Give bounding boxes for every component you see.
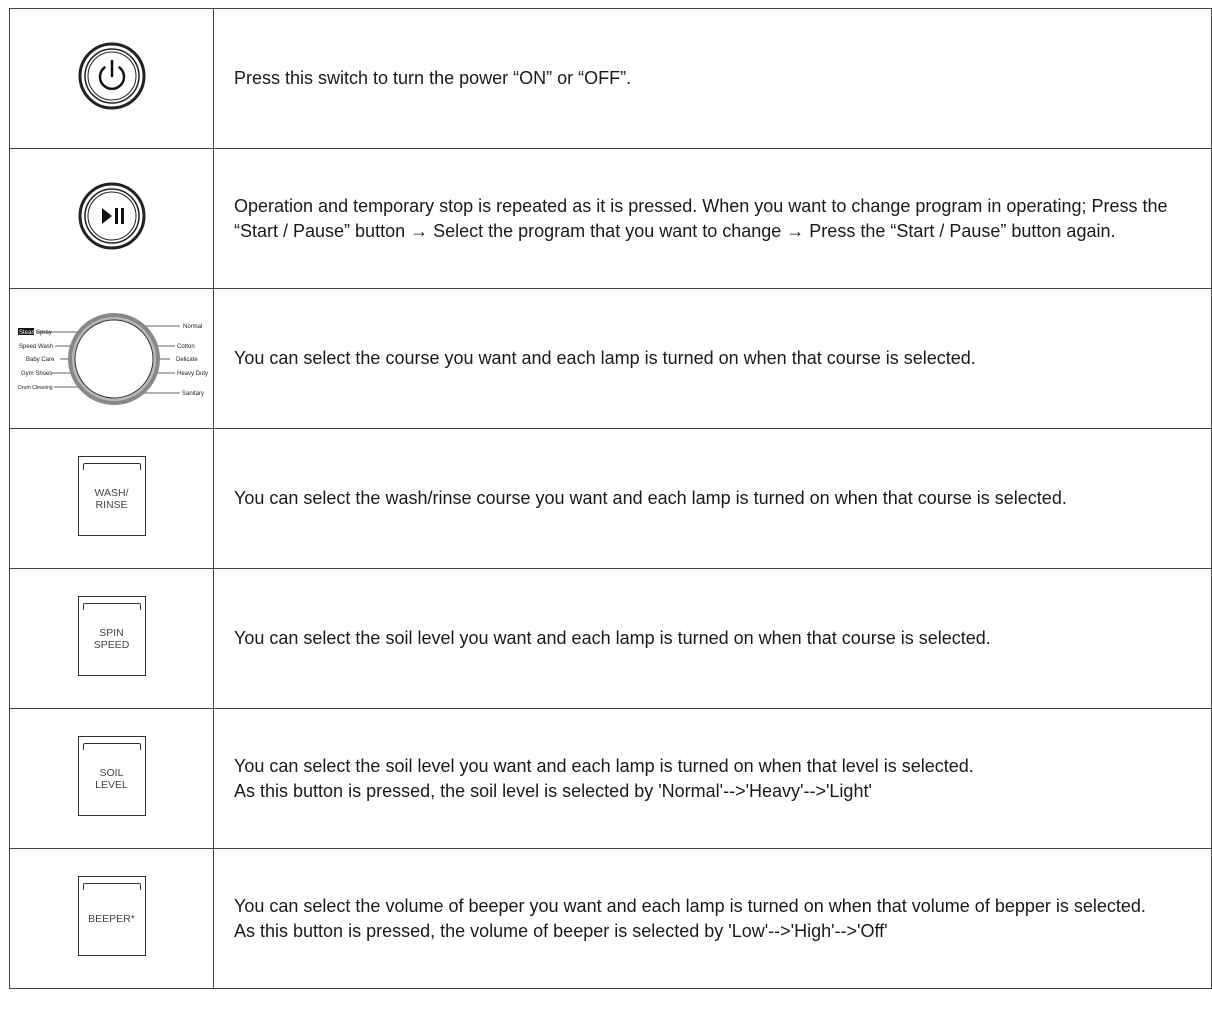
icon-cell: WASH/ RINSE bbox=[9, 428, 214, 569]
soil-level-button-icon: SOIL LEVEL bbox=[77, 736, 146, 816]
icon-cell: SPIN SPEED bbox=[9, 568, 214, 709]
table-row: SPIN SPEED You can select the soil level… bbox=[9, 568, 1212, 709]
description-cell: Press this switch to turn the power “ON”… bbox=[213, 8, 1212, 149]
dial-label-sanitary: Sanitary bbox=[182, 391, 204, 397]
dial-label-cotton: Cotton bbox=[177, 344, 195, 350]
table-row: Operation and temporary stop is repeated… bbox=[9, 148, 1212, 289]
start-pause-button-icon bbox=[78, 182, 145, 250]
wash-rinse-button-icon: WASH/ RINSE bbox=[77, 456, 146, 536]
row-description: You can select the soil level you want a… bbox=[234, 628, 991, 648]
icon-cell: SOIL LEVEL bbox=[9, 708, 214, 849]
course-dial-icon: Steam Spray Speed Wash Baby Care Gym Sho… bbox=[18, 313, 208, 405]
description-cell: You can select the soil level you want a… bbox=[213, 568, 1212, 709]
description-cell: Operation and temporary stop is repeated… bbox=[213, 148, 1212, 289]
row-description: You can select the course you want and e… bbox=[234, 348, 976, 368]
control-panel-table: Press this switch to turn the power “ON”… bbox=[9, 8, 1212, 989]
dial-label-normal: Normal bbox=[183, 324, 202, 330]
dial-label-delicate: Delicate bbox=[176, 357, 198, 363]
table-row: BEEPER* You can select the volume of bee… bbox=[9, 848, 1212, 989]
beeper-button-icon: BEEPER* bbox=[77, 876, 146, 956]
row-description: Press this switch to turn the power “ON”… bbox=[234, 68, 632, 88]
dial-label-baby-care: Baby Care bbox=[26, 357, 55, 363]
row-description: You can select the wash/rinse course you… bbox=[234, 488, 1067, 508]
description-cell: You can select the wash/rinse course you… bbox=[213, 428, 1212, 569]
description-cell: You can select the course you want and e… bbox=[213, 288, 1212, 429]
row-description: You can select the soil level you want a… bbox=[234, 755, 974, 801]
dial-label-drum-cleaning: Drum Cleaning bbox=[18, 385, 53, 391]
keypad-label: BEEPER* bbox=[88, 913, 135, 925]
dial-label-speed-wash: Speed Wash bbox=[19, 344, 53, 350]
table-row: WASH/ RINSE You can select the wash/rins… bbox=[9, 428, 1212, 569]
icon-cell bbox=[9, 148, 214, 289]
icon-cell: BEEPER* bbox=[9, 848, 214, 989]
keypad-label: WASH/ RINSE bbox=[94, 487, 129, 511]
spin-speed-button-icon: SPIN SPEED bbox=[77, 596, 146, 676]
table-row: SOIL LEVEL You can select the soil level… bbox=[9, 708, 1212, 849]
dial-label-gym-shoes: Gym Shoes bbox=[21, 371, 52, 377]
dial-label-steam: Steam bbox=[19, 330, 36, 336]
dial-label-spray: Spray bbox=[36, 330, 52, 336]
dial-label-heavy-duty: Heavy Duty bbox=[177, 371, 208, 377]
table-row: Steam Spray Speed Wash Baby Care Gym Sho… bbox=[9, 288, 1212, 429]
row-description: Operation and temporary stop is repeated… bbox=[234, 195, 1168, 241]
power-button-icon bbox=[78, 42, 145, 110]
description-cell: You can select the volume of beeper you … bbox=[213, 848, 1212, 989]
icon-cell: Steam Spray Speed Wash Baby Care Gym Sho… bbox=[9, 288, 214, 429]
table-row: Press this switch to turn the power “ON”… bbox=[9, 8, 1212, 149]
keypad-label: SOIL LEVEL bbox=[95, 767, 128, 791]
keypad-label: SPIN SPEED bbox=[93, 627, 130, 651]
description-cell: You can select the soil level you want a… bbox=[213, 708, 1212, 849]
row-description: You can select the volume of beeper you … bbox=[234, 895, 1146, 941]
icon-cell bbox=[9, 8, 214, 149]
